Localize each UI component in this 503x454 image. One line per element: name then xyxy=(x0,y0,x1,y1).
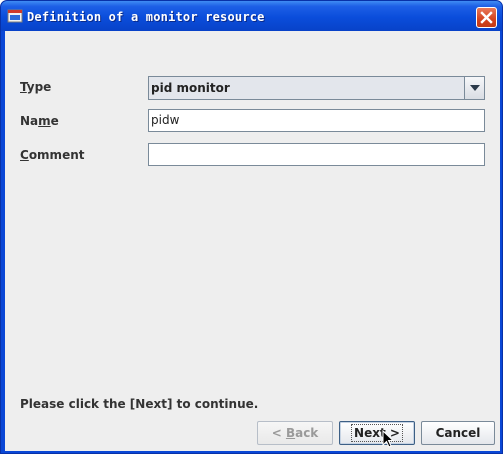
window-title: Definition of a monitor resource xyxy=(27,10,265,24)
comment-label: Comment xyxy=(20,148,85,162)
type-select-arrow[interactable] xyxy=(464,77,484,99)
type-label: Type xyxy=(20,80,52,94)
dialog-content: Type pid monitor Name pidw Comment Pleas… xyxy=(5,31,500,451)
mouse-pointer-icon xyxy=(382,430,394,448)
close-icon xyxy=(480,11,493,24)
back-button[interactable]: < Back xyxy=(257,421,333,445)
cancel-button[interactable]: Cancel xyxy=(421,421,495,445)
close-button[interactable] xyxy=(476,7,497,28)
title-bar[interactable]: Definition of a monitor resource xyxy=(1,1,502,31)
next-button[interactable]: Next > xyxy=(339,421,415,448)
app-icon xyxy=(7,9,23,23)
next-button-label: Next > xyxy=(351,424,403,442)
name-label: Name xyxy=(20,114,59,128)
dialog-window: Definition of a monitor resource Type pi… xyxy=(0,0,503,454)
type-select-value: pid monitor xyxy=(151,81,230,95)
instruction-text: Please click the [Next] to continue. xyxy=(20,397,259,411)
comment-input[interactable] xyxy=(148,143,485,166)
type-select[interactable]: pid monitor xyxy=(148,76,485,100)
chevron-down-icon xyxy=(470,85,480,91)
name-input[interactable]: pidw xyxy=(148,109,485,132)
